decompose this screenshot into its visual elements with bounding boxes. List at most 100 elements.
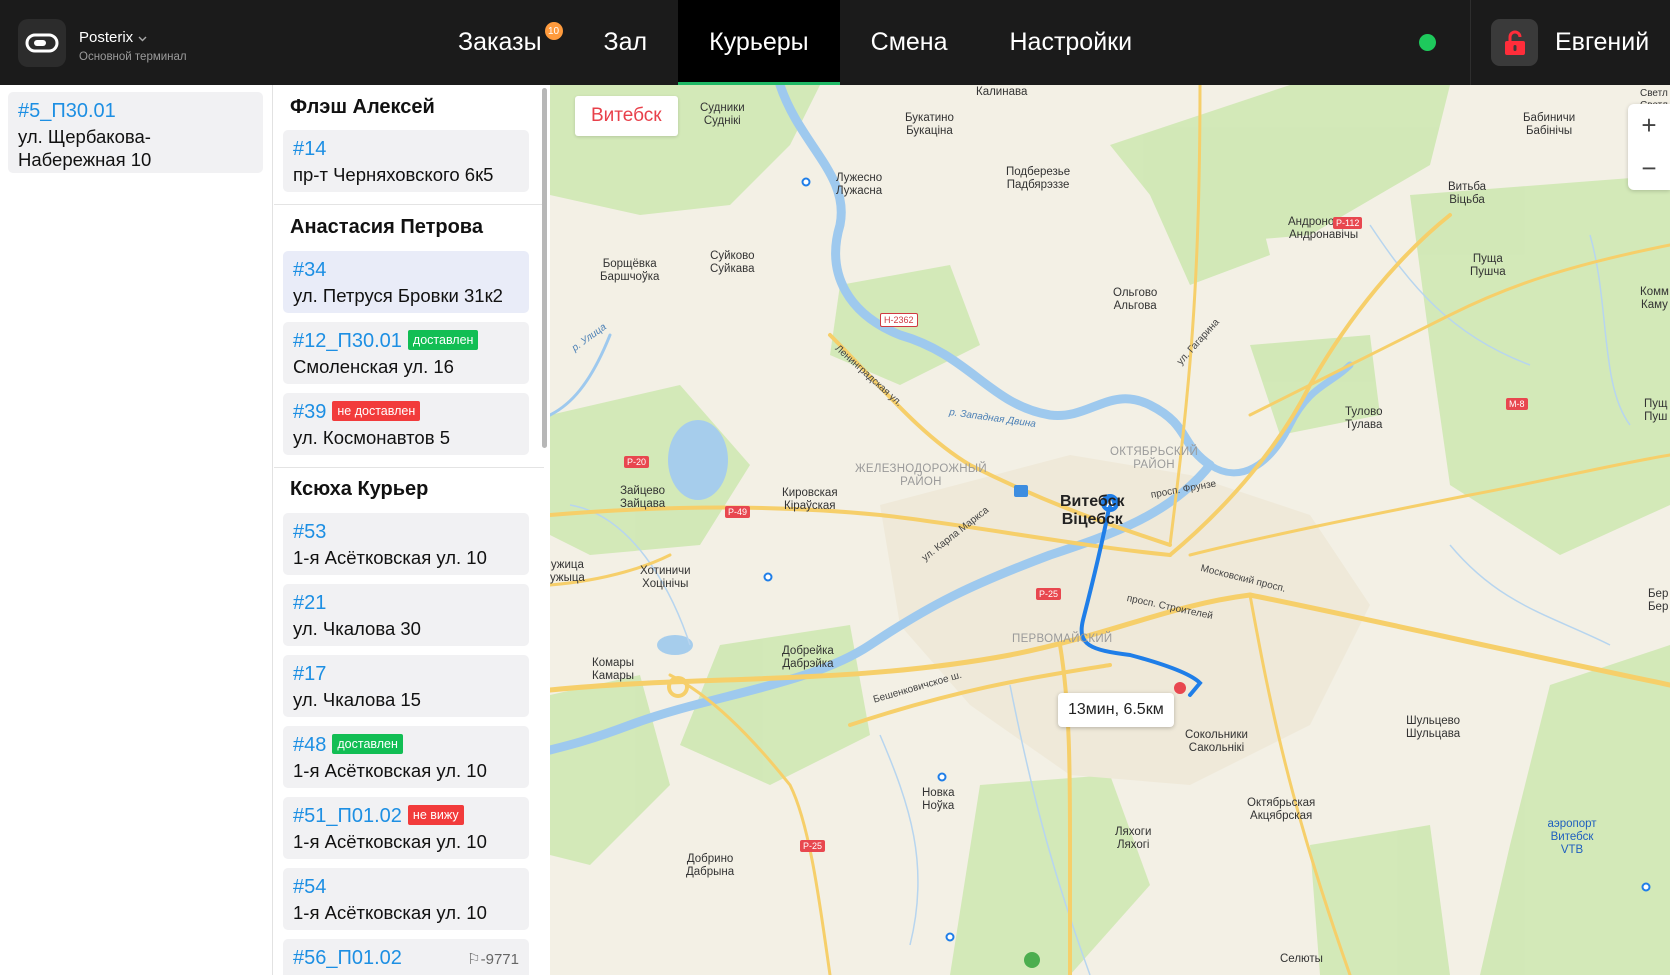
phone-number: -9771 bbox=[480, 951, 519, 968]
place-label: Пуща Пушча bbox=[1470, 253, 1506, 279]
order-address: ул. Космонавтов 5 bbox=[293, 427, 450, 448]
district-label: ОКТЯБРЬСКИЙ РАЙОН bbox=[1110, 446, 1199, 472]
main-nav: Заказы 10 Зал Курьеры Смена Настройки bbox=[428, 0, 1163, 85]
place-label: Борщёвка Баршчоўка bbox=[600, 258, 660, 284]
unassigned-orders-column: #5_П30.01 ул. Щербакова-Набережная 10 bbox=[0, 85, 273, 975]
place-label: Шульцево Шульцава bbox=[1406, 715, 1461, 741]
status-badge: доставлен bbox=[407, 329, 479, 350]
tab-shift[interactable]: Смена bbox=[840, 0, 979, 85]
order-address: ул. Чкалова 30 bbox=[293, 618, 421, 639]
order-address: ул. Чкалова 15 bbox=[293, 689, 421, 710]
order-number: #14 bbox=[293, 138, 327, 160]
order-card[interactable]: #39 не доставлен ул. Космонавтов 5 bbox=[283, 393, 529, 455]
order-number: #34 bbox=[293, 259, 327, 281]
courier-name: Ксюха Курьер bbox=[290, 478, 429, 500]
top-bar: Posterix Основной терминал Заказы 10 Зал… bbox=[0, 0, 1670, 85]
order-address: 1-я Асётковская ул. 10 bbox=[293, 547, 487, 568]
order-number: #48 bbox=[293, 734, 327, 756]
order-number: #53 bbox=[293, 521, 327, 543]
place-label: Комм Каму bbox=[1640, 286, 1669, 312]
order-card[interactable]: #17 ул. Чкалова 15 bbox=[283, 655, 529, 717]
order-card[interactable]: #14 пр-т Черняховского 6к5 bbox=[283, 130, 529, 192]
tab-orders[interactable]: Заказы 10 bbox=[428, 0, 573, 85]
order-address: пр-т Черняховского 6к5 bbox=[293, 164, 494, 185]
tab-hall[interactable]: Зал bbox=[573, 0, 679, 85]
status-badge: доставлен bbox=[332, 733, 403, 754]
order-card[interactable]: #48 доставлен 1-я Асётковская ул. 10 bbox=[283, 726, 529, 788]
place-label: Селюты bbox=[1280, 953, 1323, 965]
zoom-out-button[interactable]: − bbox=[1628, 147, 1670, 190]
user-menu[interactable]: Евгений bbox=[1470, 0, 1670, 85]
order-address: 1-я Асётковская ул. 10 bbox=[293, 831, 487, 852]
order-card[interactable]: #12_П30.01 доставлен Смоленская ул. 16 bbox=[283, 322, 529, 384]
map[interactable]: A Калинава Судники Суднікі Букатино Букаці… bbox=[550, 85, 1670, 975]
place-label: Бер Бер bbox=[1648, 588, 1669, 614]
order-card[interactable]: #56_П01.02 ⚐-9771 bbox=[283, 939, 529, 975]
place-label: Кировская Кіраўская bbox=[782, 487, 838, 513]
road-shield: Р-25 bbox=[1036, 588, 1062, 600]
order-number: #39 bbox=[293, 401, 327, 423]
road-shield: Р-49 bbox=[725, 506, 751, 518]
order-address: 1-я Асётковская ул. 10 bbox=[293, 902, 487, 923]
city-label: Витебск Віцебск bbox=[1060, 493, 1125, 529]
order-address: ул. Щербакова-Набережная 10 bbox=[18, 126, 152, 170]
district-label: ПЕРВОМАЙСКИЙ bbox=[1012, 633, 1113, 645]
status-badge: не доставлен bbox=[332, 400, 421, 421]
divider bbox=[274, 204, 544, 205]
lock-open-icon[interactable] bbox=[1491, 19, 1538, 66]
order-card[interactable]: #21 ул. Чкалова 30 bbox=[283, 584, 529, 646]
order-address: ул. Петруся Бровки 31к2 bbox=[293, 285, 503, 306]
place-label: Сокольники Сакольнікі bbox=[1185, 729, 1248, 755]
road-shield: М-8 bbox=[1506, 398, 1528, 410]
phone-icon: ⚐ bbox=[467, 951, 481, 968]
place-label: Букатино Букаціна bbox=[905, 112, 954, 138]
tab-settings[interactable]: Настройки bbox=[979, 0, 1164, 85]
order-number: #17 bbox=[293, 663, 327, 685]
user-name: Евгений bbox=[1555, 28, 1650, 56]
tab-couriers-label: Курьеры bbox=[709, 28, 809, 56]
order-number: #21 bbox=[293, 592, 327, 614]
place-label: Ольгово Альгова bbox=[1113, 287, 1158, 313]
city-selector[interactable]: Витебск bbox=[575, 96, 678, 136]
map-canvas: A bbox=[550, 85, 1670, 975]
place-label: Комары Камары bbox=[592, 657, 635, 683]
terminal-selector[interactable]: Posterix Основной терминал bbox=[18, 19, 187, 67]
place-label: Бабиничи Бабінічы bbox=[1523, 112, 1576, 138]
order-number: #12_П30.01 bbox=[293, 330, 402, 352]
order-address: Смоленская ул. 16 bbox=[293, 356, 454, 377]
zoom-in-button[interactable]: + bbox=[1628, 104, 1670, 147]
posterix-logo-icon bbox=[18, 19, 66, 67]
place-label: Ляхоги Ляхогі bbox=[1115, 826, 1152, 852]
order-card[interactable]: #53 1-я Асётковская ул. 10 bbox=[283, 513, 529, 575]
order-number: #54 bbox=[293, 876, 327, 898]
order-card[interactable]: #54 1-я Асётковская ул. 10 bbox=[283, 868, 529, 930]
chevron-down-icon bbox=[138, 29, 147, 46]
zoom-control: + − bbox=[1628, 104, 1670, 190]
order-number: #51_П01.02 bbox=[293, 805, 402, 827]
scrollbar[interactable] bbox=[542, 88, 547, 448]
brand-name: Posterix bbox=[79, 29, 134, 46]
place-label: Октябрьская Акцябрская bbox=[1247, 797, 1316, 823]
place-label: Зайцево Зайцава bbox=[620, 485, 666, 511]
order-address: 1-я Асётковская ул. 10 bbox=[293, 760, 487, 781]
place-label: Пущ Пуш bbox=[1644, 398, 1668, 424]
tab-couriers[interactable]: Курьеры bbox=[678, 0, 840, 85]
place-label: Лужесно Лужасна bbox=[836, 172, 883, 198]
order-number: #5_П30.01 bbox=[18, 100, 116, 122]
place-label: Новка Ноўка bbox=[922, 787, 955, 813]
place-label: Калинава bbox=[976, 86, 1028, 98]
status-badge: не вижу bbox=[407, 804, 464, 825]
tab-settings-label: Настройки bbox=[1009, 28, 1133, 56]
tab-shift-label: Смена bbox=[870, 28, 948, 56]
road-shield: Р-20 bbox=[624, 456, 650, 468]
road-shield: Н-2362 bbox=[880, 313, 918, 327]
courier-name: Анастасия Петрова bbox=[290, 216, 483, 238]
place-label: Хотиничи Хоцінічы bbox=[640, 565, 691, 591]
order-card[interactable]: #34 ул. Петруся Бровки 31к2 bbox=[283, 251, 529, 313]
order-card[interactable]: #5_П30.01 ул. Щербакова-Набережная 10 bbox=[8, 92, 263, 173]
phone-hint: ⚐-9771 bbox=[467, 950, 519, 968]
tab-orders-label: Заказы bbox=[458, 28, 542, 56]
place-label: Тулово Тулава bbox=[1345, 406, 1383, 432]
place-label: Подберезье Падбярэззе bbox=[1006, 166, 1071, 192]
order-card[interactable]: #51_П01.02 не вижу 1-я Асётковская ул. 10 bbox=[283, 797, 529, 859]
